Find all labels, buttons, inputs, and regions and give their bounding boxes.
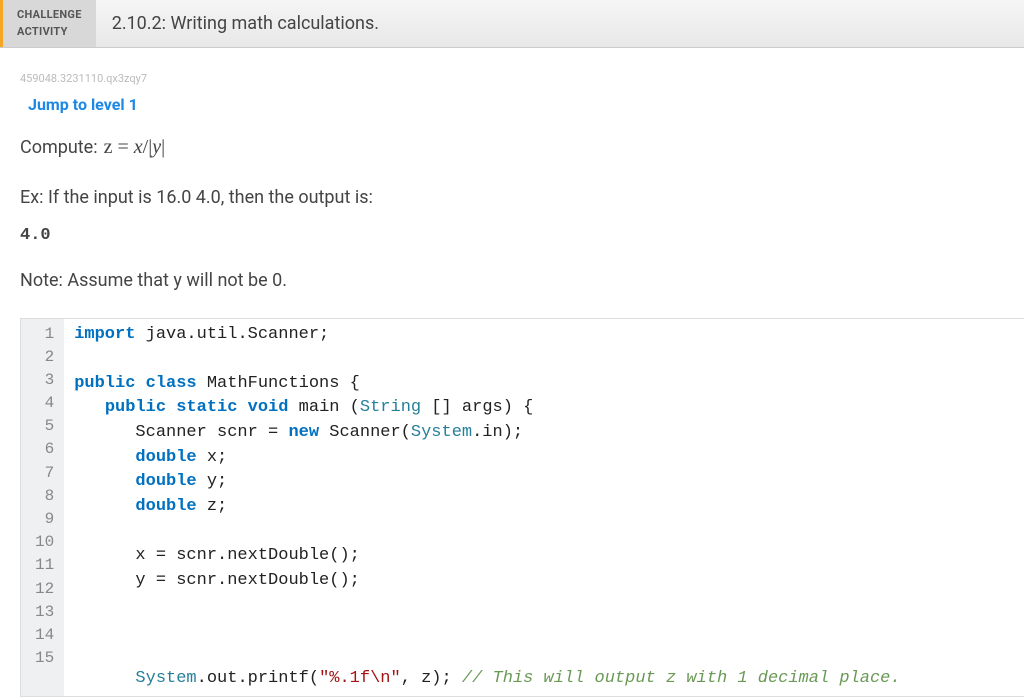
code-line[interactable]: double z; bbox=[74, 495, 1024, 520]
code-line[interactable]: Scanner scnr = new Scanner(System.in); bbox=[74, 421, 1024, 446]
line-number: 5 bbox=[35, 415, 54, 438]
code-line[interactable]: double x; bbox=[74, 446, 1024, 471]
code-line[interactable] bbox=[74, 520, 1024, 545]
prompt-area: Compute: z = x/|y| Ex: If the input is 1… bbox=[0, 132, 1024, 294]
code-line[interactable]: double y; bbox=[74, 470, 1024, 495]
line-number: 8 bbox=[35, 485, 54, 508]
formula: z = x/|y| bbox=[104, 132, 166, 162]
line-number: 10 bbox=[35, 531, 54, 554]
line-number: 14 bbox=[35, 624, 54, 647]
code-line[interactable]: y = scnr.nextDouble(); bbox=[74, 569, 1024, 594]
badge-line-2: ACTIVITY bbox=[17, 24, 82, 41]
code-line[interactable] bbox=[74, 618, 1024, 643]
note-line: Note: Assume that y will not be 0. bbox=[20, 267, 1004, 294]
code-line[interactable]: public class MathFunctions { bbox=[74, 372, 1024, 397]
code-content[interactable]: import java.util.Scanner; public class M… bbox=[64, 319, 1024, 697]
code-line[interactable] bbox=[74, 643, 1024, 668]
badge-line-1: CHALLENGE bbox=[17, 7, 82, 24]
compute-prefix: Compute: bbox=[20, 134, 98, 161]
line-number: 2 bbox=[35, 346, 54, 369]
line-number: 1 bbox=[35, 323, 54, 346]
code-line[interactable]: x = scnr.nextDouble(); bbox=[74, 544, 1024, 569]
activity-hash: 459048.3231110.qx3zqy7 bbox=[0, 48, 1024, 91]
line-number: 4 bbox=[35, 392, 54, 415]
formula-eq: = bbox=[117, 136, 128, 158]
code-line[interactable] bbox=[74, 347, 1024, 372]
line-number: 6 bbox=[35, 438, 54, 461]
code-line[interactable]: System.out.printf("%.1f\n", z); // This … bbox=[74, 667, 1024, 692]
abs-close: | bbox=[161, 136, 165, 158]
formula-z: z bbox=[104, 136, 113, 158]
formula-x: x bbox=[134, 136, 143, 158]
code-line[interactable]: import java.util.Scanner; bbox=[74, 323, 1024, 348]
compute-line: Compute: z = x/|y| bbox=[20, 132, 1004, 162]
line-gutter: 123456789101112131415 bbox=[21, 319, 64, 697]
code-editor[interactable]: 123456789101112131415 import java.util.S… bbox=[20, 318, 1024, 697]
line-number: 7 bbox=[35, 462, 54, 485]
line-number: 3 bbox=[35, 369, 54, 392]
example-output: 4.0 bbox=[20, 223, 1004, 249]
activity-header: CHALLENGE ACTIVITY 2.10.2: Writing math … bbox=[0, 0, 1024, 48]
line-number: 13 bbox=[35, 601, 54, 624]
example-line: Ex: If the input is 16.0 4.0, then the o… bbox=[20, 184, 1004, 211]
line-number: 11 bbox=[35, 554, 54, 577]
code-line[interactable] bbox=[74, 594, 1024, 619]
jump-to-level-link[interactable]: Jump to level 1 bbox=[0, 91, 1024, 132]
line-number: 15 bbox=[35, 647, 54, 670]
challenge-badge: CHALLENGE ACTIVITY bbox=[0, 0, 96, 47]
activity-title: 2.10.2: Writing math calculations. bbox=[96, 0, 1024, 47]
line-number: 12 bbox=[35, 578, 54, 601]
line-number: 9 bbox=[35, 508, 54, 531]
code-line[interactable]: public static void main (String [] args)… bbox=[74, 396, 1024, 421]
formula-y: y bbox=[152, 136, 161, 158]
